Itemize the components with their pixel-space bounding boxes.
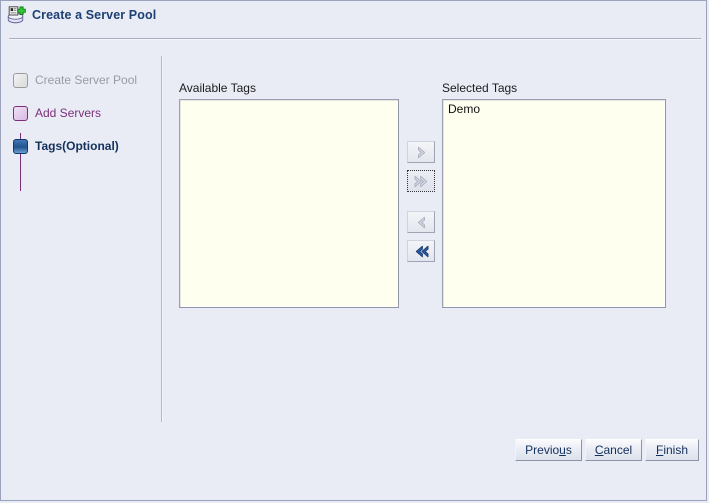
- step-square-blue-icon: [13, 138, 28, 154]
- dialog-footer: Previous Cancel Finish: [1, 439, 708, 467]
- available-tags-listbox[interactable]: [179, 99, 399, 308]
- move-all-right-button[interactable]: [407, 170, 435, 192]
- chevron-right-icon: [415, 146, 428, 159]
- step-square-lavender-icon: [13, 105, 28, 121]
- dialog-titlebar: Create a Server Pool: [1, 1, 708, 29]
- sidebar-step-create-server-pool[interactable]: Create Server Pool: [13, 71, 137, 89]
- list-item[interactable]: Demo: [443, 100, 665, 119]
- selected-tags-label: Selected Tags: [442, 81, 518, 95]
- previous-label-before: Previo: [525, 443, 560, 457]
- chevron-left-icon: [415, 216, 428, 229]
- chevron-double-right-icon: [414, 175, 429, 188]
- finish-button[interactable]: Finish: [645, 439, 699, 461]
- previous-label-after: s: [565, 443, 572, 457]
- previous-button[interactable]: Previous: [515, 439, 582, 461]
- move-right-button[interactable]: [407, 141, 435, 163]
- sidebar-step-label[interactable]: Add Servers: [35, 106, 101, 120]
- sidebar-content-divider: [161, 56, 163, 422]
- selected-tags-listbox[interactable]: Demo: [442, 99, 666, 308]
- remove-all-left-button[interactable]: [407, 240, 435, 262]
- wizard-steps-sidebar: Create Server Pool Add Servers Tags(Opti…: [1, 49, 161, 429]
- sidebar-step-tags-optional[interactable]: Tags(Optional): [13, 137, 119, 155]
- finish-label-after: inish: [663, 443, 689, 457]
- title-separator: [9, 38, 701, 40]
- remove-left-button[interactable]: [407, 211, 435, 233]
- sidebar-step-add-servers[interactable]: Add Servers: [13, 104, 101, 122]
- chevron-double-left-icon: [414, 245, 429, 258]
- server-pool-add-icon: [7, 6, 26, 24]
- cancel-label-after: ancel: [603, 443, 633, 457]
- sidebar-step-label: Tags(Optional): [35, 139, 119, 153]
- dialog-title: Create a Server Pool: [32, 8, 157, 22]
- available-tags-label: Available Tags: [179, 81, 256, 95]
- step-square-gray-icon: [13, 72, 28, 88]
- cancel-button[interactable]: Cancel: [585, 439, 642, 461]
- sidebar-step-label: Create Server Pool: [35, 73, 138, 87]
- previous-mnemonic: u: [559, 443, 566, 457]
- create-server-pool-dialog: Create a Server Pool Create Server Pool …: [0, 0, 707, 501]
